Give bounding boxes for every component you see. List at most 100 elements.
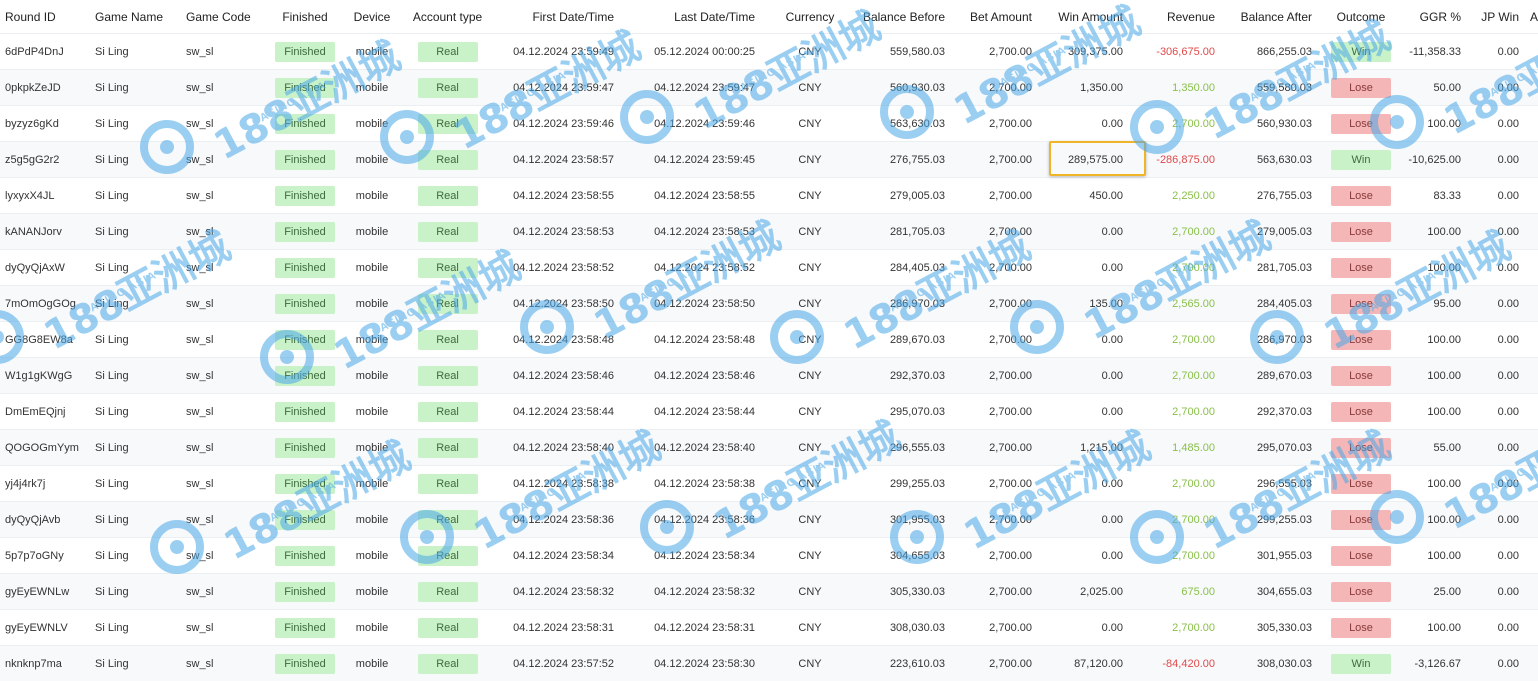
column-header-finished[interactable]: Finished xyxy=(274,0,336,33)
outcome-badge: Lose xyxy=(1331,185,1391,206)
table-row[interactable]: DmEmEQjnj Si Ling sw_sl Finished mobile Real 0… xyxy=(0,393,1538,429)
cell-revenue: 2,700.00 xyxy=(1130,358,1215,393)
table-row[interactable]: z5g5gG2r2 Si Ling sw_sl Finished mobile Real 0… xyxy=(0,141,1538,177)
column-header-balance-after[interactable]: Balance After xyxy=(1220,0,1312,33)
bet-amount-value: 2,700.00 xyxy=(989,441,1032,454)
table-row[interactable]: byzyz6gKd Si Ling sw_sl Finished mobile Real 0… xyxy=(0,105,1538,141)
table-row[interactable]: nknknp7ma Si Ling sw_sl Finished mobile Real 0… xyxy=(0,645,1538,681)
table-row[interactable]: 7mOmOgGOg Si Ling sw_sl Finished mobile Real 0… xyxy=(0,285,1538,321)
account-type-badge: Real xyxy=(417,113,478,134)
device-value: mobile xyxy=(355,657,389,670)
cell-bet-amount: 2,700.00 xyxy=(950,538,1032,573)
bet-amount-value: 2,700.00 xyxy=(989,477,1032,490)
table-row[interactable]: W1g1gKWgG Si Ling sw_sl Finished mobile Real 0… xyxy=(0,357,1538,393)
cell-revenue: 1,485.00 xyxy=(1130,430,1215,465)
cell-finished: Finished xyxy=(274,106,336,141)
cell-ggr: 95.00 xyxy=(1405,286,1461,321)
cell-last-date: 04.12.2024 23:58:32 xyxy=(636,574,755,609)
round-id-value: W1g1gKWgG xyxy=(5,369,73,382)
table-row[interactable]: yj4j4rk7j Si Ling sw_sl Finished mobile Real 0… xyxy=(0,465,1538,501)
cell-jp-win: 0.00 xyxy=(1465,610,1519,645)
account-type-badge: Real xyxy=(417,221,478,242)
cell-outcome: Lose xyxy=(1320,70,1402,105)
bet-amount-value: 2,700.00 xyxy=(989,657,1032,670)
cell-currency: CNY xyxy=(770,34,850,69)
cell-device: mobile xyxy=(343,394,401,429)
device-value: mobile xyxy=(355,513,389,526)
first-date-value: 04.12.2024 23:59:47 xyxy=(513,81,614,94)
account-type-badge: Real xyxy=(417,581,478,602)
finished-badge: Finished xyxy=(275,581,335,602)
win-amount-value: 0.00 xyxy=(1101,369,1123,382)
cell-win-amount: 87,120.00 xyxy=(1040,646,1123,681)
cell-currency: CNY xyxy=(770,322,850,357)
column-header-game-code[interactable]: Game Code xyxy=(186,0,266,33)
table-row[interactable]: gyEyEWNLV Si Ling sw_sl Finished mobile Real 0… xyxy=(0,609,1538,645)
cell-ggr: -11,358.33 xyxy=(1405,34,1461,69)
cell-outcome: Lose xyxy=(1320,286,1402,321)
round-id-value: 0pkpkZeJD xyxy=(5,81,61,94)
table-row[interactable]: 0pkpkZeJD Si Ling sw_sl Finished mobile Real 0… xyxy=(0,69,1538,105)
cell-round-id: 6dPdP4DnJ xyxy=(5,34,90,69)
cell-balance-after: 284,405.03 xyxy=(1220,286,1312,321)
currency-value: CNY xyxy=(798,333,822,346)
column-header-revenue[interactable]: Revenue xyxy=(1130,0,1215,33)
column-header-jp-win[interactable]: JP Win xyxy=(1465,0,1519,33)
table-row[interactable]: 6dPdP4DnJ Si Ling sw_sl Finished mobile Real 0… xyxy=(0,33,1538,69)
cell-jp-win: 0.00 xyxy=(1465,286,1519,321)
table-row[interactable]: 5p7p7oGNy Si Ling sw_sl Finished mobile Real 0… xyxy=(0,537,1538,573)
game-name-value: Si Ling xyxy=(95,657,129,670)
cell-last-date: 04.12.2024 23:58:48 xyxy=(636,322,755,357)
cell-balance-after: 281,705.03 xyxy=(1220,250,1312,285)
win-amount-value: 289,575.00 xyxy=(1067,153,1123,166)
column-header-bet-amount[interactable]: Bet Amount xyxy=(950,0,1032,33)
cell-first-date: 04.12.2024 23:59:49 xyxy=(496,34,614,69)
column-header-first-date[interactable]: First Date/Time xyxy=(496,0,614,33)
column-header-device[interactable]: Device xyxy=(343,0,401,33)
device-value: mobile xyxy=(355,441,389,454)
outcome-badge: Win xyxy=(1331,41,1391,62)
last-date-value: 04.12.2024 23:58:40 xyxy=(654,441,755,454)
cell-game-code: sw_sl xyxy=(186,610,266,645)
win-amount-value: 0.00 xyxy=(1101,549,1123,562)
column-header-balance-before[interactable]: Balance Before xyxy=(850,0,945,33)
cell-round-id: 0pkpkZeJD xyxy=(5,70,90,105)
table-row[interactable]: lyxyxX4JL Si Ling sw_sl Finished mobile Real 0… xyxy=(0,177,1538,213)
cell-device: mobile xyxy=(343,178,401,213)
cell-win-amount: 2,025.00 xyxy=(1040,574,1123,609)
column-header-outcome[interactable]: Outcome xyxy=(1320,0,1402,33)
cell-win-amount: 0.00 xyxy=(1040,358,1123,393)
cell-device: mobile xyxy=(343,70,401,105)
game-name-value: Si Ling xyxy=(95,549,129,562)
cell-currency: CNY xyxy=(770,466,850,501)
bet-amount-value: 2,700.00 xyxy=(989,81,1032,94)
column-header-win-amount[interactable]: Win Amount xyxy=(1040,0,1123,33)
table-row[interactable]: GG8G8EW8a Si Ling sw_sl Finished mobile Real 0… xyxy=(0,321,1538,357)
cell-finished: Finished xyxy=(274,70,336,105)
round-id-value: byzyz6gKd xyxy=(5,117,59,130)
cell-finished: Finished xyxy=(274,358,336,393)
table-row[interactable]: gyEyEWNLw Si Ling sw_sl Finished mobile Real 0… xyxy=(0,573,1538,609)
balance-before-value: 276,755.03 xyxy=(889,153,945,166)
jp-win-value: 0.00 xyxy=(1497,405,1519,418)
account-type-badge: Real xyxy=(417,653,478,674)
column-header-ggr[interactable]: GGR % xyxy=(1405,0,1461,33)
table-row[interactable]: dyQyQjAxW Si Ling sw_sl Finished mobile Real 0… xyxy=(0,249,1538,285)
column-header-last-date[interactable]: Last Date/Time xyxy=(636,0,755,33)
cell-ggr: 100.00 xyxy=(1405,358,1461,393)
table-row[interactable]: QOGOGmYym Si Ling sw_sl Finished mobile Real 0… xyxy=(0,429,1538,465)
cell-balance-before: 286,970.03 xyxy=(850,286,945,321)
currency-value: CNY xyxy=(798,81,822,94)
game-name-value: Si Ling xyxy=(95,513,129,526)
cell-balance-after: 304,655.03 xyxy=(1220,574,1312,609)
table-row[interactable]: dyQyQjAvb Si Ling sw_sl Finished mobile Real 0… xyxy=(0,501,1538,537)
game-code-value: sw_sl xyxy=(186,369,214,382)
column-header-account-type[interactable]: Account type xyxy=(405,0,490,33)
round-id-value: kANANJorv xyxy=(5,225,62,238)
column-header-extra[interactable]: A xyxy=(1530,0,1538,33)
table-row[interactable]: kANANJorv Si Ling sw_sl Finished mobile Real 0… xyxy=(0,213,1538,249)
column-header-currency[interactable]: Currency xyxy=(770,0,850,33)
currency-value: CNY xyxy=(798,189,822,202)
column-header-game-name[interactable]: Game Name xyxy=(95,0,180,33)
column-header-round-id[interactable]: Round ID xyxy=(5,0,90,33)
